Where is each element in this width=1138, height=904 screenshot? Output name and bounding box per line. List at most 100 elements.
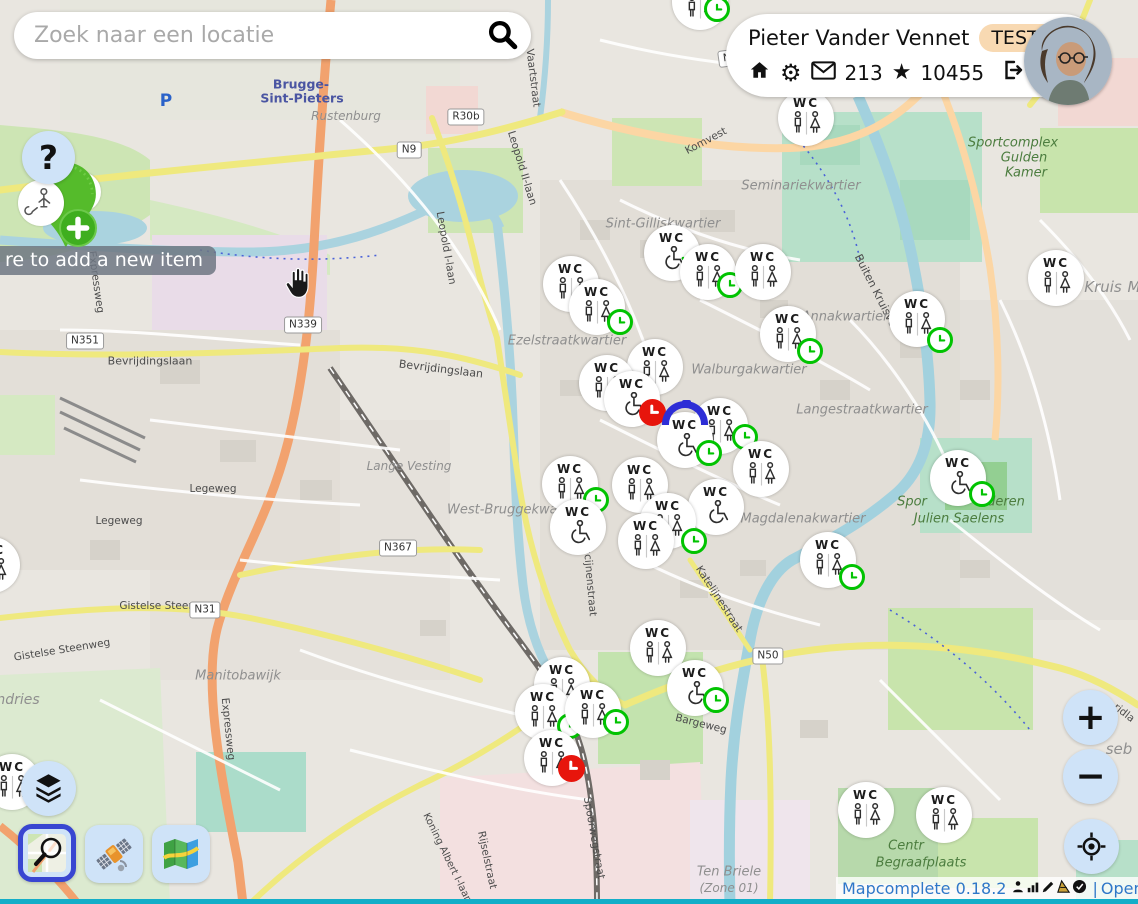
wc-label: WC [659, 232, 685, 244]
layers-icon [33, 772, 64, 805]
basemap-button-map[interactable] [152, 825, 210, 883]
openstreetmap-link[interactable]: OpenStreetMap [1101, 879, 1138, 898]
wc-label: WC [580, 689, 606, 701]
search-input[interactable] [32, 22, 485, 49]
wc-label: WC [549, 664, 575, 676]
geolocate-button[interactable] [1064, 819, 1119, 874]
search-bar [14, 12, 531, 59]
wc-label: WC [695, 251, 721, 263]
map-marker-toilets[interactable]: WC [733, 441, 789, 497]
map-marker-toilets[interactable]: WC [618, 513, 674, 569]
map-marker-toilets[interactable]: WC [524, 730, 580, 786]
add-item-plus-button[interactable] [59, 209, 97, 247]
opening-hours-badge [839, 564, 865, 590]
zoom-out-button[interactable]: − [1063, 749, 1118, 804]
wc-label: WC [931, 794, 957, 806]
basemap-button-osm[interactable] [18, 824, 76, 882]
star-icon[interactable]: ★ [892, 62, 912, 84]
map-marker-toilets[interactable]: WC [916, 787, 972, 843]
user-name[interactable]: Pieter Vander Vennet [748, 26, 969, 50]
opening-hours-badge [558, 755, 585, 782]
map-marker-toilets[interactable]: WC [1028, 250, 1084, 306]
folded-map-icon [161, 834, 201, 874]
opening-hours-badge [607, 309, 633, 335]
map-marker-toilets[interactable]: WC [778, 90, 834, 146]
etymology-doodle-icon [22, 184, 60, 222]
attribution-divider: | [1092, 879, 1097, 898]
wc-label: WC [775, 313, 801, 325]
attribution-bar: Mapcomplete 0.18.2 | OpenStreetMap [836, 877, 1138, 899]
wc-label: WC [815, 539, 841, 551]
map-marker-toilets[interactable]: WC [760, 306, 816, 362]
avatar[interactable] [1024, 17, 1112, 105]
map-marker-wheelchair[interactable]: WC [688, 479, 744, 535]
map-marker-wheelchair[interactable]: WC [667, 660, 723, 716]
zoom-in-button[interactable]: + [1063, 690, 1118, 745]
wc-label: WC [707, 405, 733, 417]
add-item-tooltip-text: re to add a new item [5, 249, 203, 271]
help-button-label: ? [39, 138, 58, 177]
osm-carto-icon [27, 833, 67, 873]
basemap-button-satellite[interactable] [85, 825, 143, 883]
wc-label: WC [703, 486, 729, 498]
statistics-icon[interactable] [1026, 879, 1040, 898]
contributors-icon[interactable] [1011, 879, 1025, 898]
map-marker-toilets[interactable]: WC [735, 244, 791, 300]
wc-label: WC [748, 448, 774, 460]
theme-icon[interactable] [1056, 879, 1071, 898]
logout-icon[interactable] [1001, 58, 1025, 87]
wc-label: WC [565, 506, 591, 518]
wc-label: WC [945, 457, 971, 469]
map-marker-toilets[interactable]: WC [565, 682, 621, 738]
wc-label: WC [594, 362, 620, 374]
messages-count: 213 [845, 61, 883, 85]
zoom-out-label: − [1075, 756, 1105, 797]
opening-hours-badge [681, 528, 707, 554]
opening-hours-badge [603, 709, 629, 735]
crosshair-icon [1076, 831, 1107, 862]
map-marker-toilets[interactable]: WC [569, 279, 625, 335]
wc-label: WC [627, 464, 653, 476]
help-button[interactable]: ? [22, 131, 75, 184]
license-icon[interactable] [1072, 879, 1087, 898]
map-marker-wheelchair[interactable]: WC [550, 499, 606, 555]
satellite-icon [94, 834, 134, 874]
wc-label: WC [0, 544, 5, 556]
wc-label: WC [557, 463, 583, 475]
map-marker-toilets[interactable]: WC [680, 244, 736, 300]
map-marker-layer: WC WC WC WC WC WC WC WC WC WC WC WC WC WC WC WC WC WC WC WC… [0, 0, 1138, 904]
wc-label: WC [584, 286, 610, 298]
home-icon[interactable] [748, 59, 771, 87]
opening-hours-badge [703, 687, 729, 713]
map-marker-toilets[interactable]: WC [672, 0, 728, 30]
wc-label: WC [750, 251, 776, 263]
map-marker-wheelchair[interactable]: WC [930, 450, 986, 506]
opening-hours-badge [969, 481, 995, 507]
mapcomplete-version-link[interactable]: Mapcomplete 0.18.2 [842, 879, 1006, 898]
opening-hours-badge [704, 0, 730, 22]
bottom-edge-bar [0, 899, 1138, 904]
pin-doodle-circle [18, 180, 64, 226]
wc-label: WC [0, 761, 25, 773]
wc-label: WC [682, 667, 708, 679]
wc-label: WC [530, 691, 556, 703]
map-marker-toilets[interactable]: WC [838, 782, 894, 838]
add-item-tooltip: re to add a new item [0, 246, 216, 275]
wc-label: WC [904, 298, 930, 310]
wc-label: WC [1043, 257, 1069, 269]
map-marker-toilets[interactable]: WC [889, 291, 945, 347]
map-marker-toilets[interactable]: WC [800, 532, 856, 588]
wc-label: WC [853, 789, 879, 801]
opening-hours-badge [797, 338, 823, 364]
wc-label: WC [655, 500, 681, 512]
layers-button[interactable] [21, 761, 76, 816]
zoom-in-label: + [1075, 697, 1105, 738]
attribution-icons [1011, 879, 1087, 898]
search-icon[interactable] [485, 17, 519, 55]
messages-icon[interactable] [811, 61, 836, 85]
wc-label: WC [619, 378, 645, 390]
edit-pencil-icon[interactable] [1041, 879, 1055, 898]
wc-label: WC [642, 346, 668, 358]
settings-gear-icon[interactable]: ⚙ [780, 61, 802, 85]
map-marker-toilets[interactable]: WC [0, 537, 20, 593]
